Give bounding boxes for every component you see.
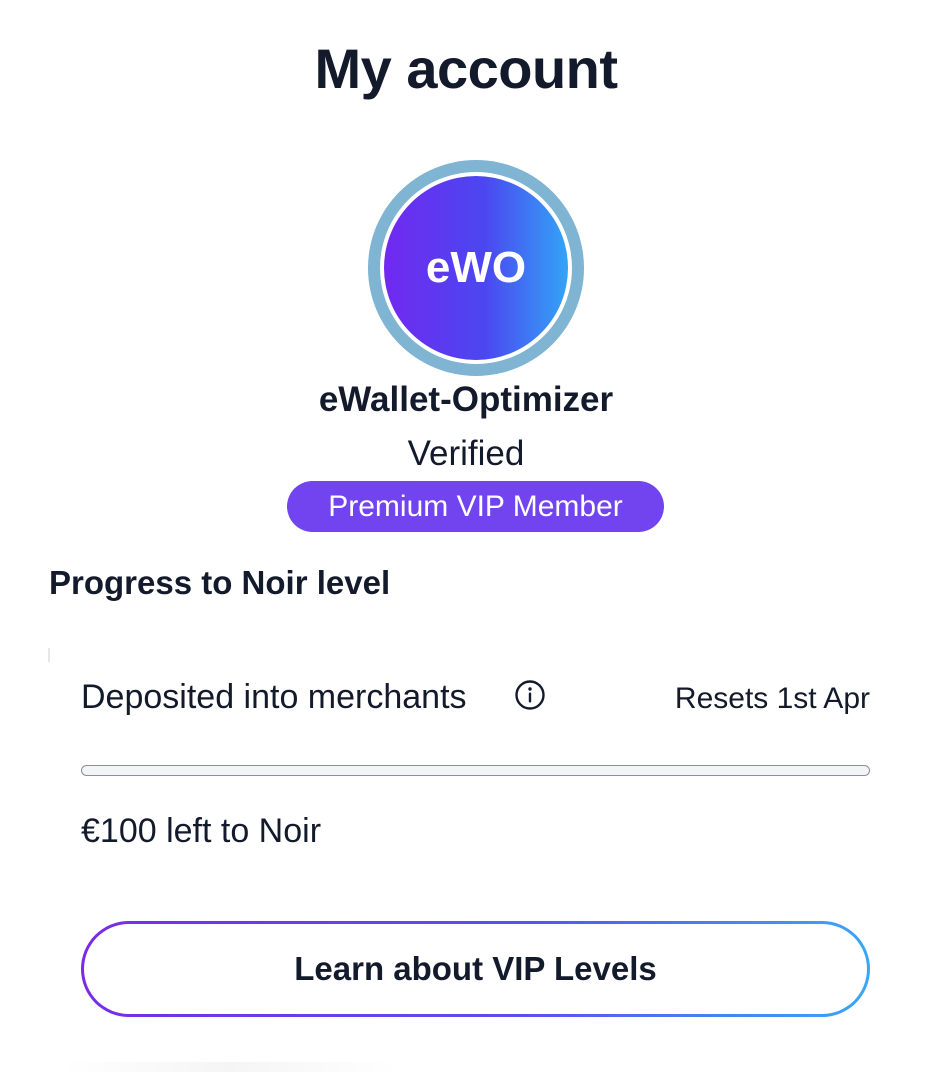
reset-date: Resets 1st Apr — [674, 682, 870, 715]
bottom-divider — [60, 1062, 400, 1072]
account-page: My account eWO eWallet-Optimizer Verifie… — [0, 0, 932, 1090]
progress-heading: Progress to Noir level — [49, 564, 391, 601]
vip-badge: Premium VIP Member — [287, 481, 664, 532]
card-edge — [48, 648, 50, 662]
learn-vip-levels-label: Learn about VIP Levels — [294, 950, 657, 987]
remaining-amount: €100 left to Noir — [81, 812, 322, 850]
info-icon[interactable] — [514, 679, 546, 711]
avatar-ring: eWO — [368, 160, 584, 376]
deposit-metric-label: Deposited into merchants — [81, 678, 467, 716]
progress-bar — [81, 765, 870, 776]
avatar[interactable]: eWO — [384, 176, 568, 360]
learn-vip-levels-button[interactable]: Learn about VIP Levels — [81, 921, 870, 1017]
verification-status: Verified — [407, 434, 525, 473]
page-title: My account — [314, 37, 618, 100]
avatar-initials: eWO — [425, 243, 527, 292]
vip-badge-label: Premium VIP Member — [328, 489, 623, 523]
username: eWallet-Optimizer — [318, 380, 614, 419]
